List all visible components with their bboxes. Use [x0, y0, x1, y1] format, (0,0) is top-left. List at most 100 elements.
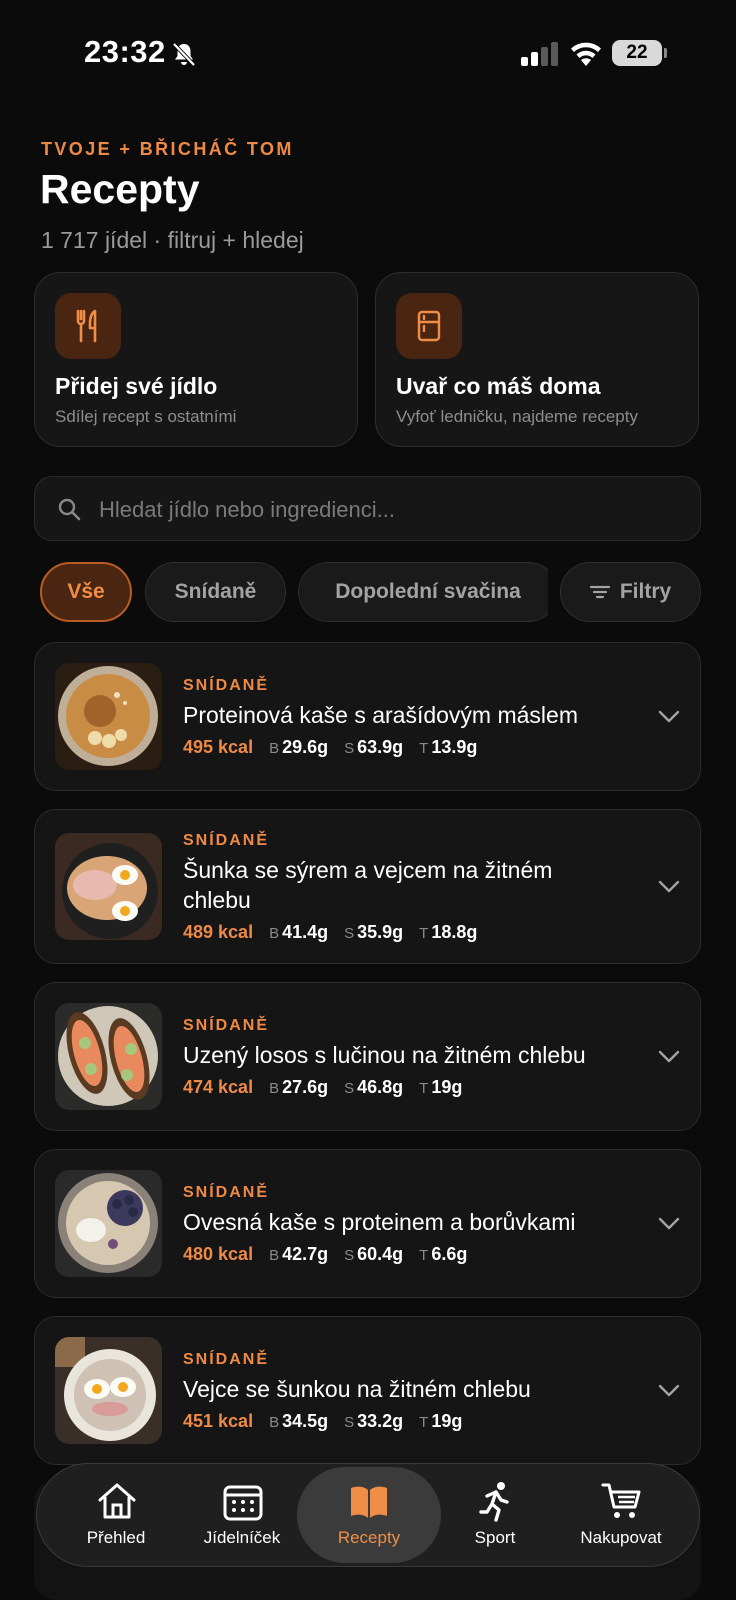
protein-value: 42.7g: [282, 1244, 329, 1264]
bottom-nav: Přehled Jídelníček Recepty Sport Nakupov…: [36, 1463, 700, 1567]
page-subtitle: 1 717 jídel · filtruj + hledej: [41, 227, 304, 253]
recipe-name: Proteinová kaše s arašídovým máslem: [183, 702, 578, 728]
protein-value: 34.5g: [282, 1411, 329, 1431]
recipe-kcal: 480 kcal: [183, 1244, 254, 1264]
nav-item-overview[interactable]: Přehled: [51, 1464, 181, 1566]
carbs-value: 35.9g: [357, 922, 404, 942]
book-icon: [351, 1486, 387, 1518]
recipe-image: [55, 1337, 162, 1444]
filters-button[interactable]: Filtry: [560, 562, 701, 622]
protein-label: B: [269, 1080, 280, 1097]
search-bar[interactable]: [34, 476, 701, 542]
recipe-category: SNÍDANĚ: [183, 1184, 270, 1201]
recipe-name: Uzený losos s lučinou na žitném chlebu: [183, 1042, 586, 1068]
protein-label: B: [269, 925, 280, 942]
search-icon: [58, 498, 81, 521]
chevron-down-icon[interactable]: [658, 1050, 680, 1064]
recipe-image: [55, 1170, 162, 1277]
fat-label: T: [419, 1414, 429, 1431]
carbs-label: S: [344, 925, 355, 942]
recipe-card[interactable]: SNÍDANĚ Ovesná kaše s proteinem a borůvk…: [34, 1149, 701, 1298]
chip-all[interactable]: Vše: [40, 562, 132, 622]
recipe-macros: 451 kcal B 34.5g S 33.2g T 19g: [183, 1411, 478, 1432]
nav-item-meal-plan[interactable]: Jídelníček: [177, 1464, 307, 1566]
fat-value: 19g: [431, 1077, 463, 1097]
fat-value: 19g: [431, 1411, 463, 1431]
fat-label: T: [419, 1247, 429, 1264]
nav-item-shopping[interactable]: Nakupovat: [556, 1464, 686, 1566]
nav-label: Přehled: [86, 1528, 146, 1547]
status-bar: 23:32 22: [0, 0, 736, 110]
runner-icon: [479, 1482, 509, 1522]
add-recipe-title: Přidej své jídlo: [55, 373, 218, 399]
search-input[interactable]: [97, 477, 681, 542]
fork-knife-icon: [55, 293, 121, 359]
page-title: Recepty: [40, 166, 200, 212]
carbs-value: 63.9g: [357, 737, 404, 757]
fat-label: T: [419, 925, 429, 942]
cart-icon: [601, 1483, 641, 1518]
page-kicker: TVOJE + BŘICHÁČ TOM: [41, 139, 294, 159]
fat-value: 13.9g: [431, 737, 478, 757]
chevron-down-icon[interactable]: [658, 1384, 680, 1398]
recipe-name: Šunka se sýrem a vejcem na žitném chlebu: [183, 857, 553, 913]
recipe-card[interactable]: SNÍDANĚ Proteinová kaše s arašídovým más…: [34, 642, 701, 791]
protein-value: 41.4g: [282, 922, 329, 942]
protein-value: 29.6g: [282, 737, 329, 757]
carbs-value: 60.4g: [357, 1244, 404, 1264]
recipe-image: [55, 833, 162, 940]
carbs-value: 46.8g: [357, 1077, 404, 1097]
recipe-kcal: 451 kcal: [183, 1411, 254, 1431]
carbs-label: S: [344, 1247, 355, 1264]
fat-value: 6.6g: [431, 1244, 468, 1264]
chevron-down-icon[interactable]: [658, 710, 680, 724]
filters-label: Filtry: [619, 580, 672, 603]
cook-at-home-title: Uvař co máš doma: [396, 373, 601, 399]
bell-muted-icon: [172, 42, 196, 67]
recipe-category: SNÍDANĚ: [183, 832, 270, 849]
nav-label: Nakupovat: [580, 1528, 662, 1547]
chip-breakfast[interactable]: Snídaně: [145, 562, 286, 622]
recipe-category: SNÍDANĚ: [183, 1017, 270, 1034]
battery-level: 22: [612, 40, 662, 66]
status-time: 23:32: [84, 34, 166, 69]
add-recipe-subtitle: Sdílej recept s ostatními: [55, 407, 237, 426]
cook-at-home-card[interactable]: Uvař co máš doma Vyfoť ledničku, najdeme…: [375, 272, 699, 447]
cellular-signal-icon: [521, 42, 558, 66]
chevron-down-icon[interactable]: [658, 1217, 680, 1231]
recipe-name: Vejce se šunkou na žitném chlebu: [183, 1376, 531, 1402]
chip-morning-snack-wrapper: Dopolední svačina: [298, 562, 548, 622]
recipe-card[interactable]: SNÍDANĚ Šunka se sýrem a vejcem na žitné…: [34, 809, 701, 964]
protein-label: B: [269, 1414, 280, 1431]
nav-label: Sport: [474, 1528, 516, 1547]
recipe-card[interactable]: SNÍDANĚ Vejce se šunkou na žitném chlebu…: [34, 1316, 701, 1465]
nav-label: Recepty: [337, 1528, 401, 1547]
add-recipe-card[interactable]: Přidej své jídlo Sdílej recept s ostatní…: [34, 272, 358, 447]
battery-indicator: 22: [612, 40, 668, 68]
protein-label: B: [269, 740, 280, 757]
nav-item-sport[interactable]: Sport: [430, 1464, 560, 1566]
recipe-macros: 474 kcal B 27.6g S 46.8g T 19g: [183, 1077, 478, 1098]
protein-label: B: [269, 1247, 280, 1264]
fridge-icon: [396, 293, 462, 359]
recipe-name: Ovesná kaše s proteinem a borůvkami: [183, 1209, 576, 1235]
chip-morning-snack[interactable]: Dopolední svačina: [298, 562, 548, 622]
chevron-down-icon[interactable]: [658, 880, 680, 894]
fat-label: T: [419, 1080, 429, 1097]
recipe-category: SNÍDANĚ: [183, 1351, 270, 1368]
recipe-macros: 495 kcal B 29.6g S 63.9g T 13.9g: [183, 737, 493, 758]
carbs-label: S: [344, 740, 355, 757]
nav-item-recipes[interactable]: Recepty: [297, 1467, 441, 1563]
recipe-card[interactable]: SNÍDANĚ Uzený losos s lučinou na žitném …: [34, 982, 701, 1131]
recipe-macros: 489 kcal B 41.4g S 35.9g T 18.8g: [183, 922, 493, 943]
calendar-icon: [223, 1485, 263, 1521]
fat-label: T: [419, 740, 429, 757]
recipe-macros: 480 kcal B 42.7g S 60.4g T 6.6g: [183, 1244, 483, 1265]
recipe-kcal: 474 kcal: [183, 1077, 254, 1097]
recipe-image: [55, 1003, 162, 1110]
nav-label: Jídelníček: [203, 1528, 281, 1547]
cook-at-home-subtitle: Vyfoť ledničku, najdeme recepty: [396, 407, 638, 426]
fat-value: 18.8g: [431, 922, 478, 942]
protein-value: 27.6g: [282, 1077, 329, 1097]
recipe-kcal: 495 kcal: [183, 737, 254, 757]
